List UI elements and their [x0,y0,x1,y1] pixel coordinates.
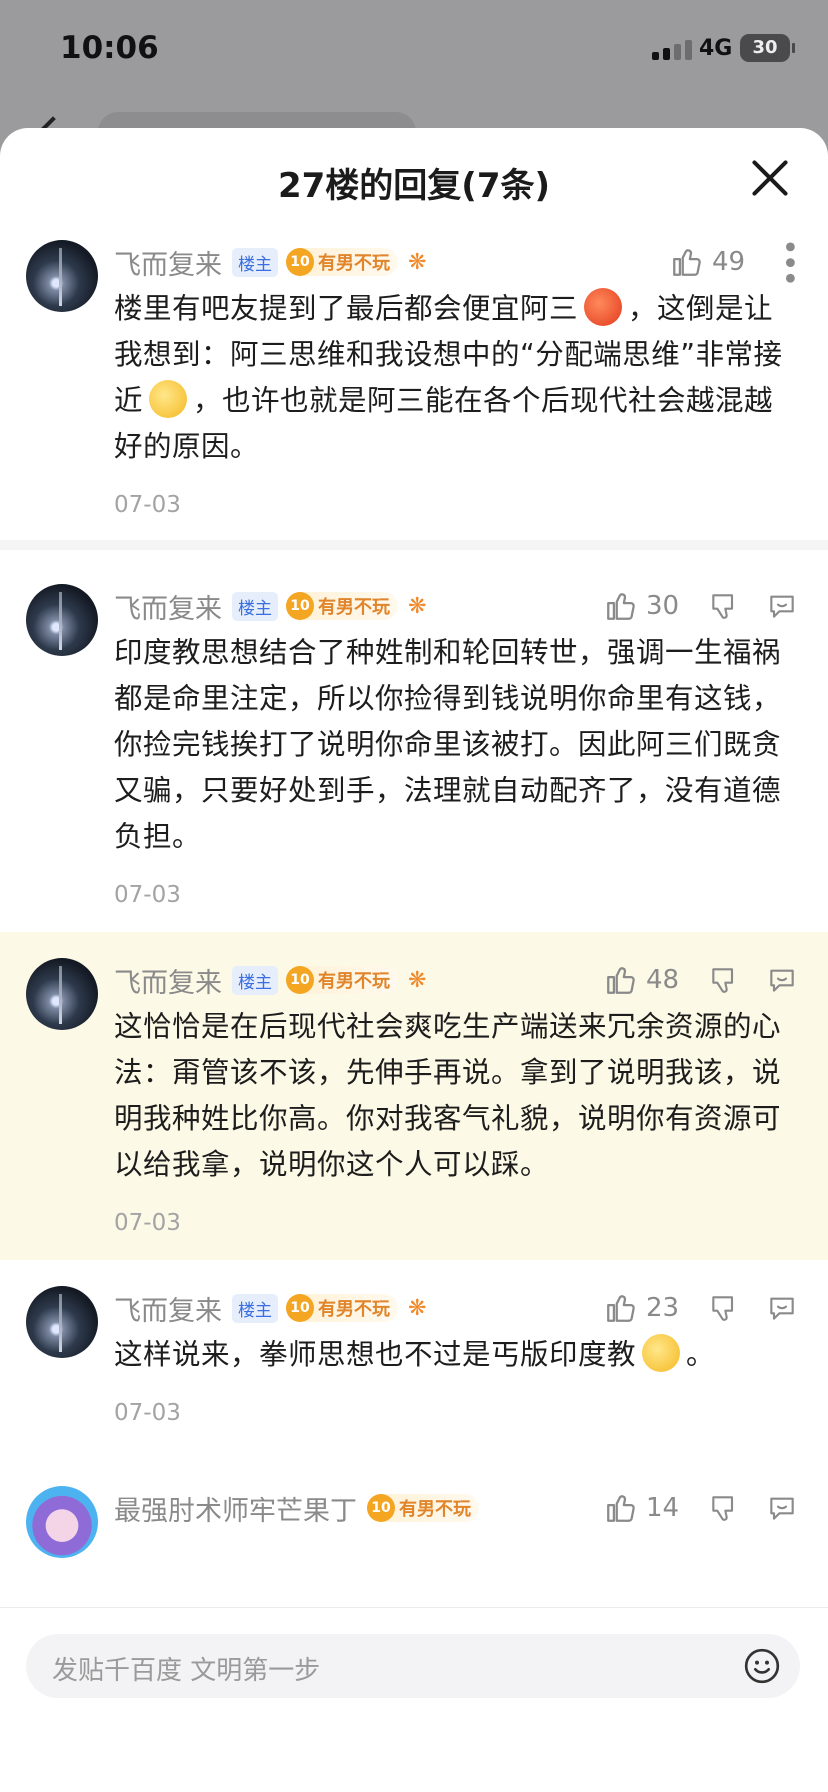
level-name: 有男不玩 [318,253,390,274]
thumbs-down-icon[interactable] [708,1292,740,1324]
level-number: 10 [286,592,314,620]
thumbs-down-icon[interactable] [708,964,740,996]
sneeze-emoji-icon [149,380,188,418]
level-badge: 10 有男不玩 [286,966,398,994]
level-badge: 10 有男不玩 [367,1494,479,1522]
op-badge: 楼主 [232,247,278,277]
reply-meta: 飞而复来 楼主 10 有男不玩 ❋ 48 [114,958,798,1002]
level-name: 有男不玩 [318,971,390,992]
like-button[interactable]: 30 [604,589,682,623]
avatar[interactable] [26,240,98,312]
op-badge: 楼主 [232,1293,278,1323]
sheet-header: 27楼的回复(7条) [0,128,828,226]
like-count: 49 [712,247,746,277]
username[interactable]: 最强肘术师牢芒果丁 [114,1489,357,1528]
reply-item: 飞而复来 楼主 10 有男不玩 ❋ 49 ••• 楼里有吧友提到了最后都会便宜阿三… [0,226,828,540]
reply-content: 印度教思想结合了种姓制和轮回转世，强调一生福祸都是命里注定，所以你捡得到钱说明你… [114,636,782,853]
reply-date: 07-03 [114,882,181,908]
like-count: 14 [646,1493,680,1523]
signal-icon [652,40,692,60]
username[interactable]: 飞而复来 [114,961,222,1000]
username[interactable]: 飞而复来 [114,587,222,626]
reply-actions: 23 [586,1286,798,1330]
level-name: 有男不玩 [399,1499,471,1520]
username[interactable]: 飞而复来 [114,1289,222,1328]
reply-item: 飞而复来 楼主 10 有男不玩 ❋ 30 印度教思想结合了种姓制和轮回转世，强调一… [0,550,828,932]
reply-item: 最强肘术师牢芒果丁 10 有男不玩 14 [0,1450,828,1558]
level-number: 10 [286,966,314,994]
thumbs-up-icon [607,593,635,620]
reply-content: 这恰恰是在后现代社会爽吃生产端送来冗余资源的心法：甭管该不该，先伸手再说。拿到了… [114,1010,782,1181]
level-badge: 10 有男不玩 [286,248,398,276]
lungs-icon: ❋ [408,249,427,275]
status-bar: 10:06 4G 30 [0,0,828,100]
lungs-icon: ❋ [408,593,427,619]
level-number: 10 [367,1494,395,1522]
sheet-title: 27楼的回复(7条) [277,166,551,206]
reply-item-highlighted: 飞而复来 楼主 10 有男不玩 ❋ 48 这恰恰是在后现代社会爽吃生产端送来冗余资… [0,932,828,1260]
like-button[interactable]: 48 [604,963,682,997]
reply-date: 07-03 [114,1400,181,1426]
level-badge: 10 有男不玩 [286,1294,398,1322]
close-icon[interactable] [750,158,790,198]
chat-bubble-icon[interactable] [766,1492,798,1524]
reply-content: 楼里有吧友提到了最后都会便宜阿三 ，这倒是让我想到：阿三思维和我设想中的“分配端思… [114,286,798,470]
reply-actions: 48 [586,958,798,1002]
thumbs-up-icon [607,967,635,994]
yum-emoji-icon [642,1334,681,1372]
reply-meta: 最强肘术师牢芒果丁 10 有男不玩 14 [114,1486,798,1530]
level-number: 10 [286,1294,314,1322]
avatar[interactable] [26,1486,98,1558]
smiley-icon[interactable] [742,1646,782,1686]
thumbs-down-icon[interactable] [708,1492,740,1524]
like-button[interactable]: 49 [670,245,748,279]
reply-meta: 飞而复来 楼主 10 有男不玩 ❋ 49 ••• [114,238,806,286]
lungs-icon: ❋ [408,1295,427,1321]
level-badge: 10 有男不玩 [286,592,398,620]
username[interactable]: 飞而复来 [114,243,222,282]
chat-bubble-icon[interactable] [766,964,798,996]
reply-date: 07-03 [114,1210,181,1236]
lungs-icon: ❋ [408,967,427,993]
thumbs-up-icon [607,1495,635,1522]
clock: 10:06 [60,30,159,66]
reply-input[interactable]: 发贴千百度 文明第一步 [26,1634,800,1698]
op-badge: 楼主 [232,965,278,995]
like-count: 48 [646,965,680,995]
reply-actions: 30 [586,584,798,628]
avatar[interactable] [26,1286,98,1358]
level-number: 10 [286,248,314,276]
reply-meta: 飞而复来 楼主 10 有男不玩 ❋ 30 [114,584,798,628]
chat-bubble-icon[interactable] [766,1292,798,1324]
like-button[interactable]: 14 [604,1491,682,1525]
more-vertical-icon[interactable]: ••• [771,238,806,285]
reply-sheet: 27楼的回复(7条) 飞而复来 楼主 10 有男不玩 ❋ 49 ••• 楼里有吧友… [0,128,828,1792]
thumbs-up-icon [607,1295,635,1322]
thumbs-up-icon [673,249,701,276]
reply-input-placeholder: 发贴千百度 文明第一步 [52,1656,321,1686]
level-name: 有男不玩 [318,597,390,618]
reply-content: 这样说来，拳师思想也不过是丐版印度教。 [114,1332,798,1378]
chat-bubble-icon[interactable] [766,590,798,622]
thumbs-down-icon[interactable] [708,590,740,622]
reply-item: 飞而复来 楼主 10 有男不玩 ❋ 23 这样说来，拳师思想也不过是丐版印度教。 … [0,1260,828,1450]
avatar[interactable] [26,584,98,656]
like-button[interactable]: 23 [604,1291,682,1325]
network-type: 4G [699,36,733,61]
level-name: 有男不玩 [318,1299,390,1320]
reply-meta: 飞而复来 楼主 10 有男不玩 ❋ 23 [114,1286,798,1330]
reply-date: 07-03 [114,492,181,518]
reply-actions: 14 [586,1486,798,1530]
like-count: 30 [646,591,680,621]
reply-input-bar: 发贴千百度 文明第一步 [0,1608,828,1792]
battery-icon: 30 [740,34,795,62]
reply-actions: 49 ••• [652,238,806,286]
op-badge: 楼主 [232,591,278,621]
angry-emoji-icon [584,288,623,326]
section-divider [0,540,828,550]
avatar[interactable] [26,958,98,1030]
like-count: 23 [646,1293,680,1323]
